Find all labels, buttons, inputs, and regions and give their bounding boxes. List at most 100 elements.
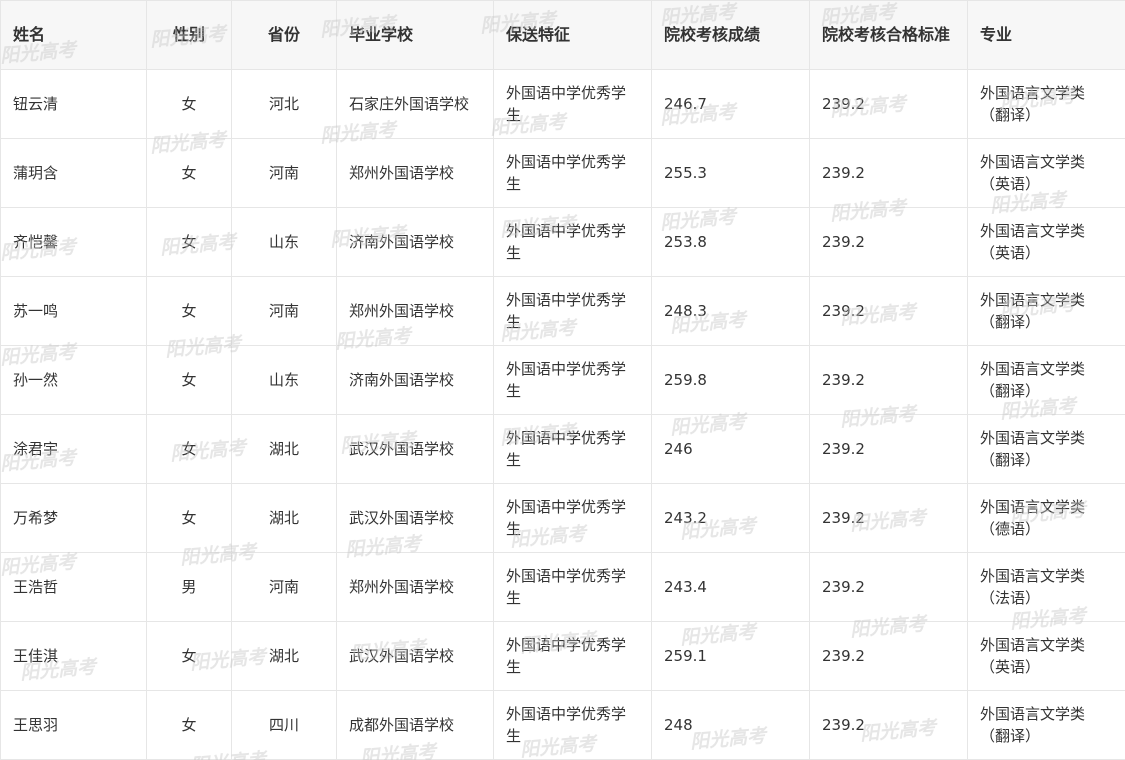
cell-name: 苏一鸣: [0, 276, 147, 346]
cell-major: 外国语言文学类（翻译）: [967, 69, 1125, 139]
cell-feature: 外国语中学优秀学生: [493, 345, 652, 415]
header-feature: 保送特征: [493, 0, 652, 70]
cell-score: 259.1: [651, 621, 810, 691]
cell-major: 外国语言文学类（英语）: [967, 621, 1125, 691]
cell-gender: 女: [146, 69, 232, 139]
cell-major: 外国语言文学类（翻译）: [967, 345, 1125, 415]
cell-major: 外国语言文学类（德语）: [967, 483, 1125, 553]
cell-feature: 外国语中学优秀学生: [493, 690, 652, 760]
cell-province: 河南: [231, 138, 337, 208]
cell-school: 武汉外国语学校: [336, 483, 494, 553]
cell-school: 济南外国语学校: [336, 207, 494, 277]
cell-province: 山东: [231, 207, 337, 277]
table-row: 王佳淇女湖北 武汉外国语学校 外国语中学优秀学生 259.1 239.2 外国语言文学类（…: [0, 621, 1125, 691]
cell-province: 四川: [231, 690, 337, 760]
header-name: 姓名: [0, 0, 147, 70]
admission-table: 姓名 性别 省份 毕业学校 保送特征 院校考核成绩 院校考核合格标准 专业 钮云…: [0, 0, 1125, 760]
cell-score: 248: [651, 690, 810, 760]
header-province: 省份: [231, 0, 337, 70]
table-row: 王思羽女四川 成都外国语学校 外国语中学优秀学生 248 239.2 外国语言文学类（翻译…: [0, 690, 1125, 760]
cell-major: 外国语言文学类（英语）: [967, 138, 1125, 208]
header-standard: 院校考核合格标准: [809, 0, 968, 70]
cell-feature: 外国语中学优秀学生: [493, 414, 652, 484]
cell-name: 万希梦: [0, 483, 147, 553]
header-gender: 性别: [146, 0, 232, 70]
cell-gender: 男: [146, 552, 232, 622]
cell-gender: 女: [146, 345, 232, 415]
cell-score: 246: [651, 414, 810, 484]
cell-feature: 外国语中学优秀学生: [493, 483, 652, 553]
cell-name: 钮云清: [0, 69, 147, 139]
table-header: 姓名 性别 省份 毕业学校 保送特征 院校考核成绩 院校考核合格标准 专业: [0, 0, 1125, 70]
cell-province: 湖北: [231, 621, 337, 691]
cell-standard: 239.2: [809, 690, 968, 760]
table-body: 钮云清女河北 石家庄外国语学校 外国语中学优秀学生 246.7 239.2 外国语言文学类…: [0, 69, 1125, 760]
cell-major: 外国语言文学类（翻译）: [967, 276, 1125, 346]
cell-gender: 女: [146, 207, 232, 277]
cell-standard: 239.2: [809, 69, 968, 139]
cell-feature: 外国语中学优秀学生: [493, 69, 652, 139]
cell-school: 石家庄外国语学校: [336, 69, 494, 139]
header-score: 院校考核成绩: [651, 0, 810, 70]
cell-name: 孙一然: [0, 345, 147, 415]
cell-school: 郑州外国语学校: [336, 138, 494, 208]
cell-score: 246.7: [651, 69, 810, 139]
cell-feature: 外国语中学优秀学生: [493, 621, 652, 691]
cell-school: 济南外国语学校: [336, 345, 494, 415]
cell-standard: 239.2: [809, 207, 968, 277]
cell-feature: 外国语中学优秀学生: [493, 552, 652, 622]
cell-standard: 239.2: [809, 276, 968, 346]
table-row: 万希梦女湖北 武汉外国语学校 外国语中学优秀学生 243.2 239.2 外国语言文学类（…: [0, 483, 1125, 553]
header-major: 专业: [967, 0, 1125, 70]
cell-province: 山东: [231, 345, 337, 415]
cell-standard: 239.2: [809, 621, 968, 691]
cell-province: 河南: [231, 276, 337, 346]
cell-feature: 外国语中学优秀学生: [493, 138, 652, 208]
cell-major: 外国语言文学类（英语）: [967, 207, 1125, 277]
cell-score: 243.4: [651, 552, 810, 622]
cell-major: 外国语言文学类（翻译）: [967, 414, 1125, 484]
cell-school: 武汉外国语学校: [336, 621, 494, 691]
cell-standard: 239.2: [809, 414, 968, 484]
header-school: 毕业学校: [336, 0, 494, 70]
header-row: 姓名 性别 省份 毕业学校 保送特征 院校考核成绩 院校考核合格标准 专业: [0, 0, 1125, 70]
cell-score: 243.2: [651, 483, 810, 553]
cell-name: 涂君宇: [0, 414, 147, 484]
cell-gender: 女: [146, 621, 232, 691]
cell-name: 王浩哲: [0, 552, 147, 622]
cell-standard: 239.2: [809, 345, 968, 415]
cell-gender: 女: [146, 483, 232, 553]
cell-feature: 外国语中学优秀学生: [493, 276, 652, 346]
cell-score: 248.3: [651, 276, 810, 346]
table-row: 钮云清女河北 石家庄外国语学校 外国语中学优秀学生 246.7 239.2 外国语言文学类…: [0, 69, 1125, 139]
cell-major: 外国语言文学类（法语）: [967, 552, 1125, 622]
cell-province: 湖北: [231, 483, 337, 553]
cell-school: 武汉外国语学校: [336, 414, 494, 484]
cell-province: 河南: [231, 552, 337, 622]
cell-score: 253.8: [651, 207, 810, 277]
cell-feature: 外国语中学优秀学生: [493, 207, 652, 277]
cell-standard: 239.2: [809, 552, 968, 622]
cell-standard: 239.2: [809, 483, 968, 553]
cell-gender: 女: [146, 138, 232, 208]
cell-name: 王思羽: [0, 690, 147, 760]
cell-standard: 239.2: [809, 138, 968, 208]
cell-score: 255.3: [651, 138, 810, 208]
cell-gender: 女: [146, 414, 232, 484]
cell-score: 259.8: [651, 345, 810, 415]
cell-school: 郑州外国语学校: [336, 552, 494, 622]
table-row: 孙一然女山东 济南外国语学校 外国语中学优秀学生 259.8 239.2 外国语言文学类（…: [0, 345, 1125, 415]
table-row: 涂君宇女湖北 武汉外国语学校 外国语中学优秀学生 246 239.2 外国语言文学类（翻译…: [0, 414, 1125, 484]
table-row: 蒲玥含女河南 郑州外国语学校 外国语中学优秀学生 255.3 239.2 外国语言文学类（…: [0, 138, 1125, 208]
cell-name: 齐恺馨: [0, 207, 147, 277]
cell-school: 郑州外国语学校: [336, 276, 494, 346]
table-row: 王浩哲男河南 郑州外国语学校 外国语中学优秀学生 243.4 239.2 外国语言文学类（…: [0, 552, 1125, 622]
cell-province: 河北: [231, 69, 337, 139]
cell-gender: 女: [146, 276, 232, 346]
cell-province: 湖北: [231, 414, 337, 484]
cell-school: 成都外国语学校: [336, 690, 494, 760]
cell-name: 王佳淇: [0, 621, 147, 691]
cell-gender: 女: [146, 690, 232, 760]
cell-name: 蒲玥含: [0, 138, 147, 208]
cell-major: 外国语言文学类（翻译）: [967, 690, 1125, 760]
